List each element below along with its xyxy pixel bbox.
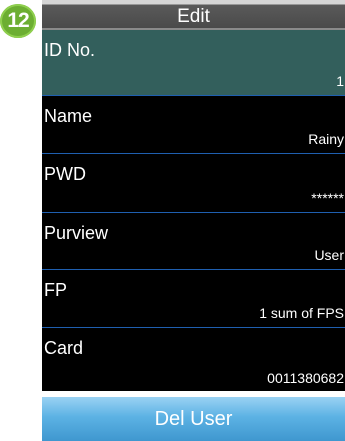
field-value-pwd: ****** <box>311 190 344 206</box>
field-value-purview: User <box>314 247 344 263</box>
page: 12 Edit ID No. 1 Name Rainy PWD ****** P… <box>0 0 345 441</box>
field-row-id-no[interactable]: ID No. 1 <box>42 30 345 96</box>
field-value-id-no: 1 <box>336 73 344 89</box>
field-row-purview[interactable]: Purview User <box>42 213 345 270</box>
field-label-purview: Purview <box>44 223 109 243</box>
field-label-name: Name <box>44 106 93 126</box>
field-value-name: Rainy <box>308 131 344 147</box>
field-label-pwd: PWD <box>44 164 86 184</box>
field-row-fp[interactable]: FP 1 sum of FPS <box>42 270 345 328</box>
del-user-button[interactable]: Del User <box>42 397 345 441</box>
field-value-fp: 1 sum of FPS <box>259 305 344 321</box>
step-number-badge: 12 <box>0 4 36 38</box>
field-row-name[interactable]: Name Rainy <box>42 96 345 154</box>
device-screen: Edit ID No. 1 Name Rainy PWD ****** Purv… <box>42 0 345 441</box>
field-label-card: Card <box>44 338 84 358</box>
field-label-fp: FP <box>44 280 68 300</box>
page-title: Edit <box>177 6 210 27</box>
field-row-pwd[interactable]: PWD ****** <box>42 154 345 213</box>
field-row-card[interactable]: Card 0011380682 <box>42 328 345 391</box>
field-value-card: 0011380682 <box>267 370 344 386</box>
title-bar: Edit <box>42 0 345 30</box>
field-label-id-no: ID No. <box>44 40 96 60</box>
